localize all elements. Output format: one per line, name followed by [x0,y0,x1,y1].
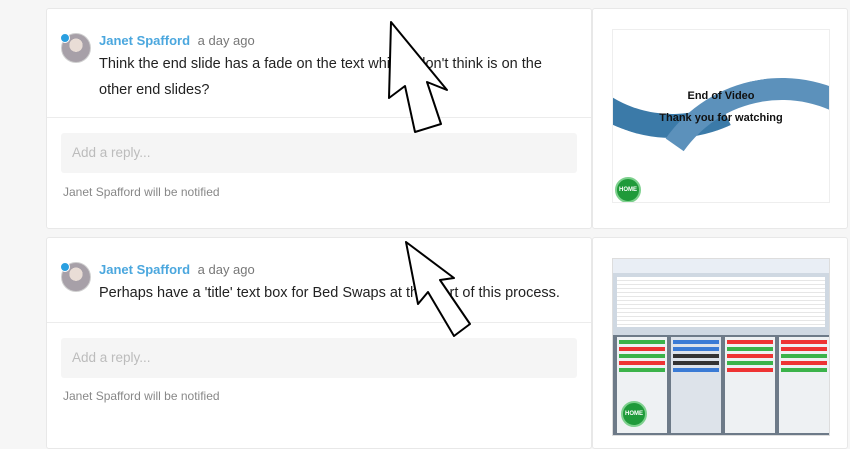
avatar[interactable] [60,33,91,63]
app-toolbar [613,259,829,273]
author-name[interactable]: Janet Spafford [99,33,190,48]
app-column [779,337,829,433]
app-table [617,277,825,327]
reply-input[interactable]: Add a reply... [61,133,577,173]
author-name[interactable]: Janet Spafford [99,262,190,277]
slide-thumbnail[interactable]: End of Video Thank you for watching HOME [612,29,830,203]
comment-meta: Janet Spafford a day ago [99,33,255,48]
app-column [725,337,775,433]
notify-text: Janet Spafford will be notified [63,389,220,403]
slide-title: End of Video [687,90,755,102]
slide-thumbnail[interactable]: HOME [612,258,830,436]
divider [47,117,591,118]
home-button: HOME [615,177,641,202]
thumbnail-card: HOME [592,237,848,449]
timestamp: a day ago [197,33,255,48]
presence-dot [60,262,70,272]
reply-input[interactable]: Add a reply... [61,338,577,378]
cursor-arrow-icon [388,21,448,133]
slide-subtitle: Thank you for watching [659,112,783,124]
timestamp: a day ago [197,262,255,277]
comment-text: Think the end slide has a fade on the te… [99,56,542,98]
comment-meta: Janet Spafford a day ago [99,262,255,277]
divider [47,322,591,323]
home-button: HOME [621,401,647,427]
avatar[interactable] [60,262,91,292]
app-column [671,337,721,433]
comment-text: Perhaps have a 'title' text box for Bed … [99,285,560,301]
notify-text: Janet Spafford will be notified [63,185,220,199]
cursor-arrow-icon [405,241,471,337]
comment-card: Janet Spafford a day ago Perhaps have a … [46,237,592,449]
presence-dot [60,33,70,43]
comment-card: Janet Spafford a day ago Think the end s… [46,8,592,229]
thumbnail-card: End of Video Thank you for watching HOME [592,8,848,229]
